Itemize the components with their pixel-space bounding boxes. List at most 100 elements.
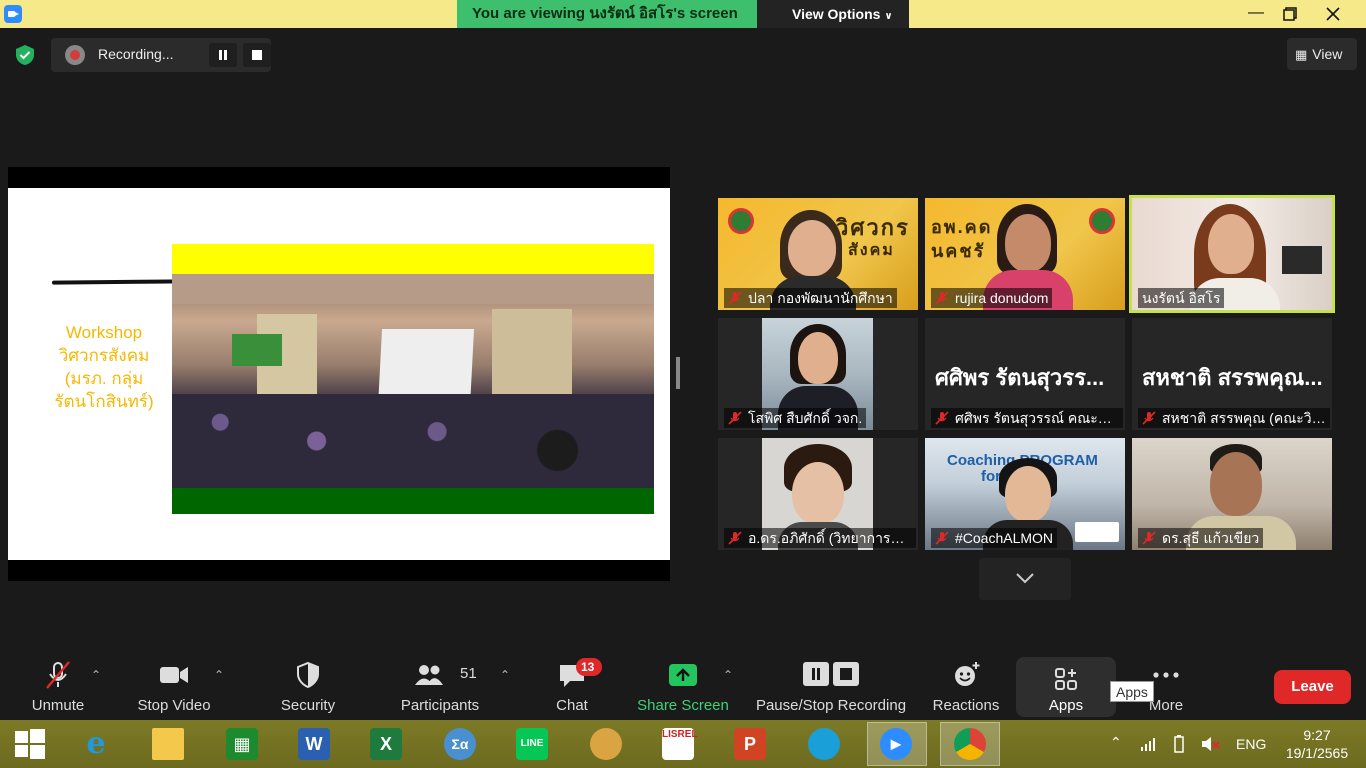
security-button[interactable]: Security	[270, 648, 346, 720]
apps-label: Apps	[1048, 697, 1084, 714]
audio-options-caret-icon[interactable]: ⌃	[91, 668, 101, 682]
participant-tile[interactable]: ศศิพร รัตนสุวรร... ศศิพร รัตนสุวรรณ์ คณะ…	[925, 318, 1125, 430]
zoom-taskbar-icon[interactable]: ►	[876, 724, 916, 764]
view-options-button[interactable]: View Options ∨	[757, 0, 909, 28]
input-language[interactable]: ENG	[1236, 720, 1266, 768]
stop-recording-button[interactable]	[243, 43, 271, 67]
next-page-participants-button[interactable]	[979, 558, 1071, 600]
participant-tile[interactable]: ดร.สุธี แก้วเขียว	[1132, 438, 1332, 550]
muted-mic-icon	[1142, 411, 1156, 425]
muted-mic-icon	[728, 291, 742, 305]
maximize-button[interactable]	[1270, 0, 1310, 28]
slide-caption: Workshop วิศวกรสังคม (มรภ. กลุ่ม รัตนโกส…	[44, 321, 164, 413]
muted-mic-icon	[935, 411, 949, 425]
leave-button[interactable]: Leave	[1274, 670, 1351, 704]
chrome-icon[interactable]	[950, 724, 990, 764]
split-divider-handle[interactable]	[676, 357, 680, 389]
participant-tile[interactable]: โสพิศ สืบศักดิ์ วจก.	[718, 318, 918, 430]
recording-label: Recording...	[98, 46, 174, 62]
store-icon[interactable]: ▦	[222, 724, 262, 764]
participant-tile-active-speaker[interactable]: นงรัตน์ อิสโร	[1129, 195, 1335, 313]
muted-mic-icon	[935, 531, 949, 545]
participant-name-row: ศศิพร รัตนสุวรรณ์ คณะวิท...	[931, 408, 1123, 428]
battery-icon[interactable]	[1170, 734, 1188, 754]
slide-caption-line: Workshop	[65, 323, 143, 342]
zoom-meeting-window: You are viewing นงรัตน์ อิสโร's screen V…	[0, 0, 1366, 768]
unmute-button[interactable]: Unmute	[18, 648, 98, 720]
participant-name-row: สหชาติ สรรพคุณ (คณะวิท...	[1138, 408, 1330, 428]
clock-date: 19/1/2565	[1285, 745, 1349, 761]
share-options-caret-icon[interactable]: ⌃	[723, 668, 733, 682]
lisrel-icon[interactable]: LISREL	[658, 724, 698, 764]
file-explorer-icon[interactable]	[148, 724, 188, 764]
slide-caption-line: รัตนโกสินทร์)	[54, 392, 154, 411]
university-logo	[728, 208, 754, 234]
volume-muted-icon[interactable]	[1200, 734, 1220, 754]
pause-stop-recording-icon	[803, 662, 859, 686]
participant-name-row: #CoachALMON	[931, 528, 1058, 548]
participant-tile[interactable]: อพ.คด นคชรั rujira donudom	[925, 198, 1125, 310]
meeting-toolbar: Unmute ⌃ Stop Video ⌃ Security Participa…	[0, 648, 1366, 720]
participants-label: Participants	[400, 697, 480, 714]
participant-name: #CoachALMON	[955, 530, 1054, 546]
participant-tile[interactable]: Coaching PROGRAM for #CoachALMON	[925, 438, 1125, 550]
participants-button[interactable]: Participants	[396, 648, 484, 720]
close-button[interactable]	[1310, 0, 1356, 28]
muted-mic-icon	[46, 661, 70, 689]
participant-name: ดร.สุธี แก้วเขียว	[1162, 530, 1260, 546]
slide-caption-line: วิศวกรสังคม	[58, 346, 150, 365]
participant-name: rujira donudom	[955, 290, 1049, 306]
word-icon[interactable]: W	[294, 724, 334, 764]
participant-name-row: โสพิศ สืบศักดิ์ วจก.	[724, 408, 867, 428]
video-options-caret-icon[interactable]: ⌃	[214, 668, 224, 682]
view-button[interactable]: ▦ View	[1287, 38, 1357, 70]
tray-chevron-icon[interactable]: ⌃	[1110, 720, 1122, 768]
apps-tooltip: Apps	[1110, 681, 1154, 702]
grid-icon: ▦	[1295, 47, 1308, 62]
paint-icon[interactable]	[586, 724, 626, 764]
edge-icon[interactable]	[804, 724, 844, 764]
slide-caption-line: (มรภ. กลุ่ม	[64, 369, 144, 388]
poster-title: สังคม	[848, 242, 895, 259]
network-signal-icon[interactable]	[1140, 736, 1156, 752]
math-input-icon[interactable]: Σα	[440, 724, 480, 764]
participant-name-row: rujira donudom	[931, 288, 1053, 308]
participants-options-caret-icon[interactable]: ⌃	[500, 668, 510, 682]
pause-stop-recording-label: Pause/Stop Recording	[755, 697, 907, 714]
participant-tile[interactable]: สหชาติ สรรพคุณ... สหชาติ สรรพคุณ (คณะวิท…	[1132, 318, 1332, 430]
excel-icon[interactable]: X	[366, 724, 406, 764]
participant-name-row: ดร.สุธี แก้วเขียว	[1138, 528, 1264, 548]
share-screen-arrow-icon	[669, 664, 697, 686]
security-shield-icon	[297, 661, 319, 689]
participant-tile[interactable]: วิศวกร สังคม ปลา กองพัฒนานักศึกษา	[718, 198, 918, 310]
stop-video-button[interactable]: Stop Video	[131, 648, 217, 720]
presentation-slide: Workshop วิศวกรสังคม (มรภ. กลุ่ม รัตนโกส…	[8, 188, 670, 560]
muted-mic-icon	[1142, 531, 1156, 545]
close-icon	[1326, 7, 1340, 21]
line-app-icon[interactable]: LINE	[512, 724, 552, 764]
view-button-label: View	[1312, 46, 1343, 62]
participant-name: ศศิพร รัตนสุวรรณ์ คณะวิท...	[955, 410, 1123, 426]
participant-name: สหชาติ สรรพคุณ (คณะวิท...	[1162, 410, 1330, 426]
muted-mic-icon	[728, 411, 742, 425]
slide-photo	[172, 244, 654, 514]
title-bar: You are viewing นงรัตน์ อิสโร's screen V…	[0, 0, 1366, 28]
powerpoint-icon[interactable]: P	[730, 724, 770, 764]
zoom-logo-icon	[4, 5, 22, 23]
reactions-label: Reactions	[932, 697, 1000, 714]
muted-mic-icon	[935, 291, 949, 305]
apps-button[interactable]: Apps	[1016, 657, 1116, 717]
chat-unread-badge: 13	[576, 658, 602, 676]
windows-start-icon[interactable]	[10, 724, 50, 764]
muted-mic-icon	[728, 531, 742, 545]
chevron-down-icon	[1016, 573, 1034, 584]
pause-recording-button[interactable]	[209, 43, 237, 67]
taskbar-clock[interactable]: 9:27 19/1/2565	[1282, 726, 1352, 762]
reactions-button[interactable]: Reactions	[926, 648, 1006, 720]
encryption-shield-icon[interactable]	[13, 43, 37, 67]
pause-stop-recording-button[interactable]: Pause/Stop Recording	[752, 648, 910, 720]
share-screen-button[interactable]: Share Screen	[636, 648, 730, 720]
workshop-photo	[172, 274, 654, 488]
internet-explorer-icon[interactable]: e	[76, 724, 116, 764]
participant-tile[interactable]: อ.ดร.อภิศักดิ์ (วิทยาการจัด...	[718, 438, 918, 550]
